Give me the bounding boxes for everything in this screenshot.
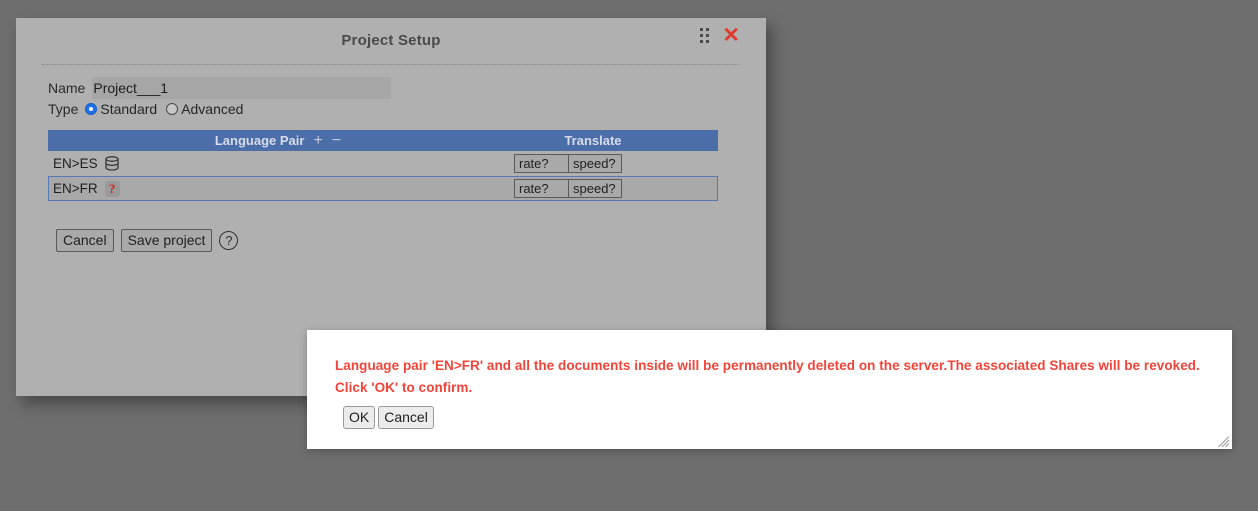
dialog-cancel-button[interactable]: Cancel	[378, 406, 434, 429]
confirm-buttons: OK Cancel	[307, 399, 1232, 429]
ok-button[interactable]: OK	[343, 406, 376, 429]
resize-grip-icon[interactable]	[1216, 434, 1230, 448]
cell-translate: rate? speed?	[513, 179, 717, 198]
radio-label-standard: Standard	[100, 101, 158, 117]
panel-titlebar: Project Setup ✕	[42, 18, 740, 65]
radio-option-standard[interactable]: Standard	[85, 101, 157, 117]
titlebar-controls: ✕	[700, 25, 740, 46]
drag-dots-icon[interactable]	[700, 28, 712, 44]
page-title: Project Setup	[341, 32, 441, 49]
type-field-row: Type Standard Advanced	[48, 101, 740, 117]
name-label: Name	[48, 80, 86, 96]
help-circle-icon[interactable]: ?	[219, 231, 239, 250]
language-pair-label: EN>ES	[53, 156, 98, 171]
database-icon[interactable]	[105, 156, 119, 171]
table-header-row: Language Pair + − Translate	[48, 130, 718, 151]
radio-label-advanced: Advanced	[181, 101, 244, 117]
cancel-button[interactable]: Cancel	[56, 229, 114, 252]
speed-button[interactable]: speed?	[568, 154, 622, 173]
panel-body: Name Type Standard Advanced Language Pai…	[16, 65, 766, 252]
confirm-message: Language pair 'EN>FR' and all the docume…	[307, 330, 1232, 399]
save-project-button[interactable]: Save project	[120, 229, 213, 252]
radio-mark-standard	[85, 103, 98, 115]
plus-icon[interactable]: +	[313, 133, 322, 149]
rate-button[interactable]: rate?	[514, 154, 568, 173]
speed-button[interactable]: speed?	[568, 179, 622, 198]
column-header-translate: Translate	[564, 133, 622, 148]
column-header-language-pair-label: Language Pair	[214, 133, 305, 148]
type-label: Type	[48, 101, 79, 117]
question-badge-icon[interactable]: ?	[104, 180, 120, 197]
cell-language-pair: EN>ES	[49, 156, 513, 171]
radio-option-advanced[interactable]: Advanced	[166, 101, 243, 117]
cell-language-pair: EN>FR ?	[49, 180, 513, 197]
project-name-input[interactable]	[92, 77, 392, 99]
name-field-row: Name	[48, 77, 740, 99]
rate-button[interactable]: rate?	[514, 179, 568, 198]
language-pair-label: EN>FR	[53, 181, 98, 196]
cell-translate: rate? speed?	[513, 154, 717, 173]
type-radio-group: Standard Advanced	[85, 101, 243, 117]
confirm-message-line-1: Language pair 'EN>FR' and all the docume…	[335, 358, 1200, 373]
confirm-message-line-2: Click 'OK' to confirm.	[335, 380, 473, 395]
radio-mark-advanced	[166, 103, 179, 115]
column-header-language-pair: Language Pair + −	[48, 133, 508, 149]
table-row[interactable]: EN>ES rate? speed?	[48, 151, 718, 176]
close-icon[interactable]: ✕	[722, 25, 740, 46]
panel-footer: Cancel Save project ?	[48, 229, 740, 252]
language-pair-table: Language Pair + − Translate EN>ES rate? …	[48, 130, 718, 201]
table-row[interactable]: EN>FR ? rate? speed?	[48, 176, 718, 201]
minus-icon[interactable]: −	[332, 133, 341, 149]
confirm-delete-dialog: Language pair 'EN>FR' and all the docume…	[307, 330, 1232, 449]
